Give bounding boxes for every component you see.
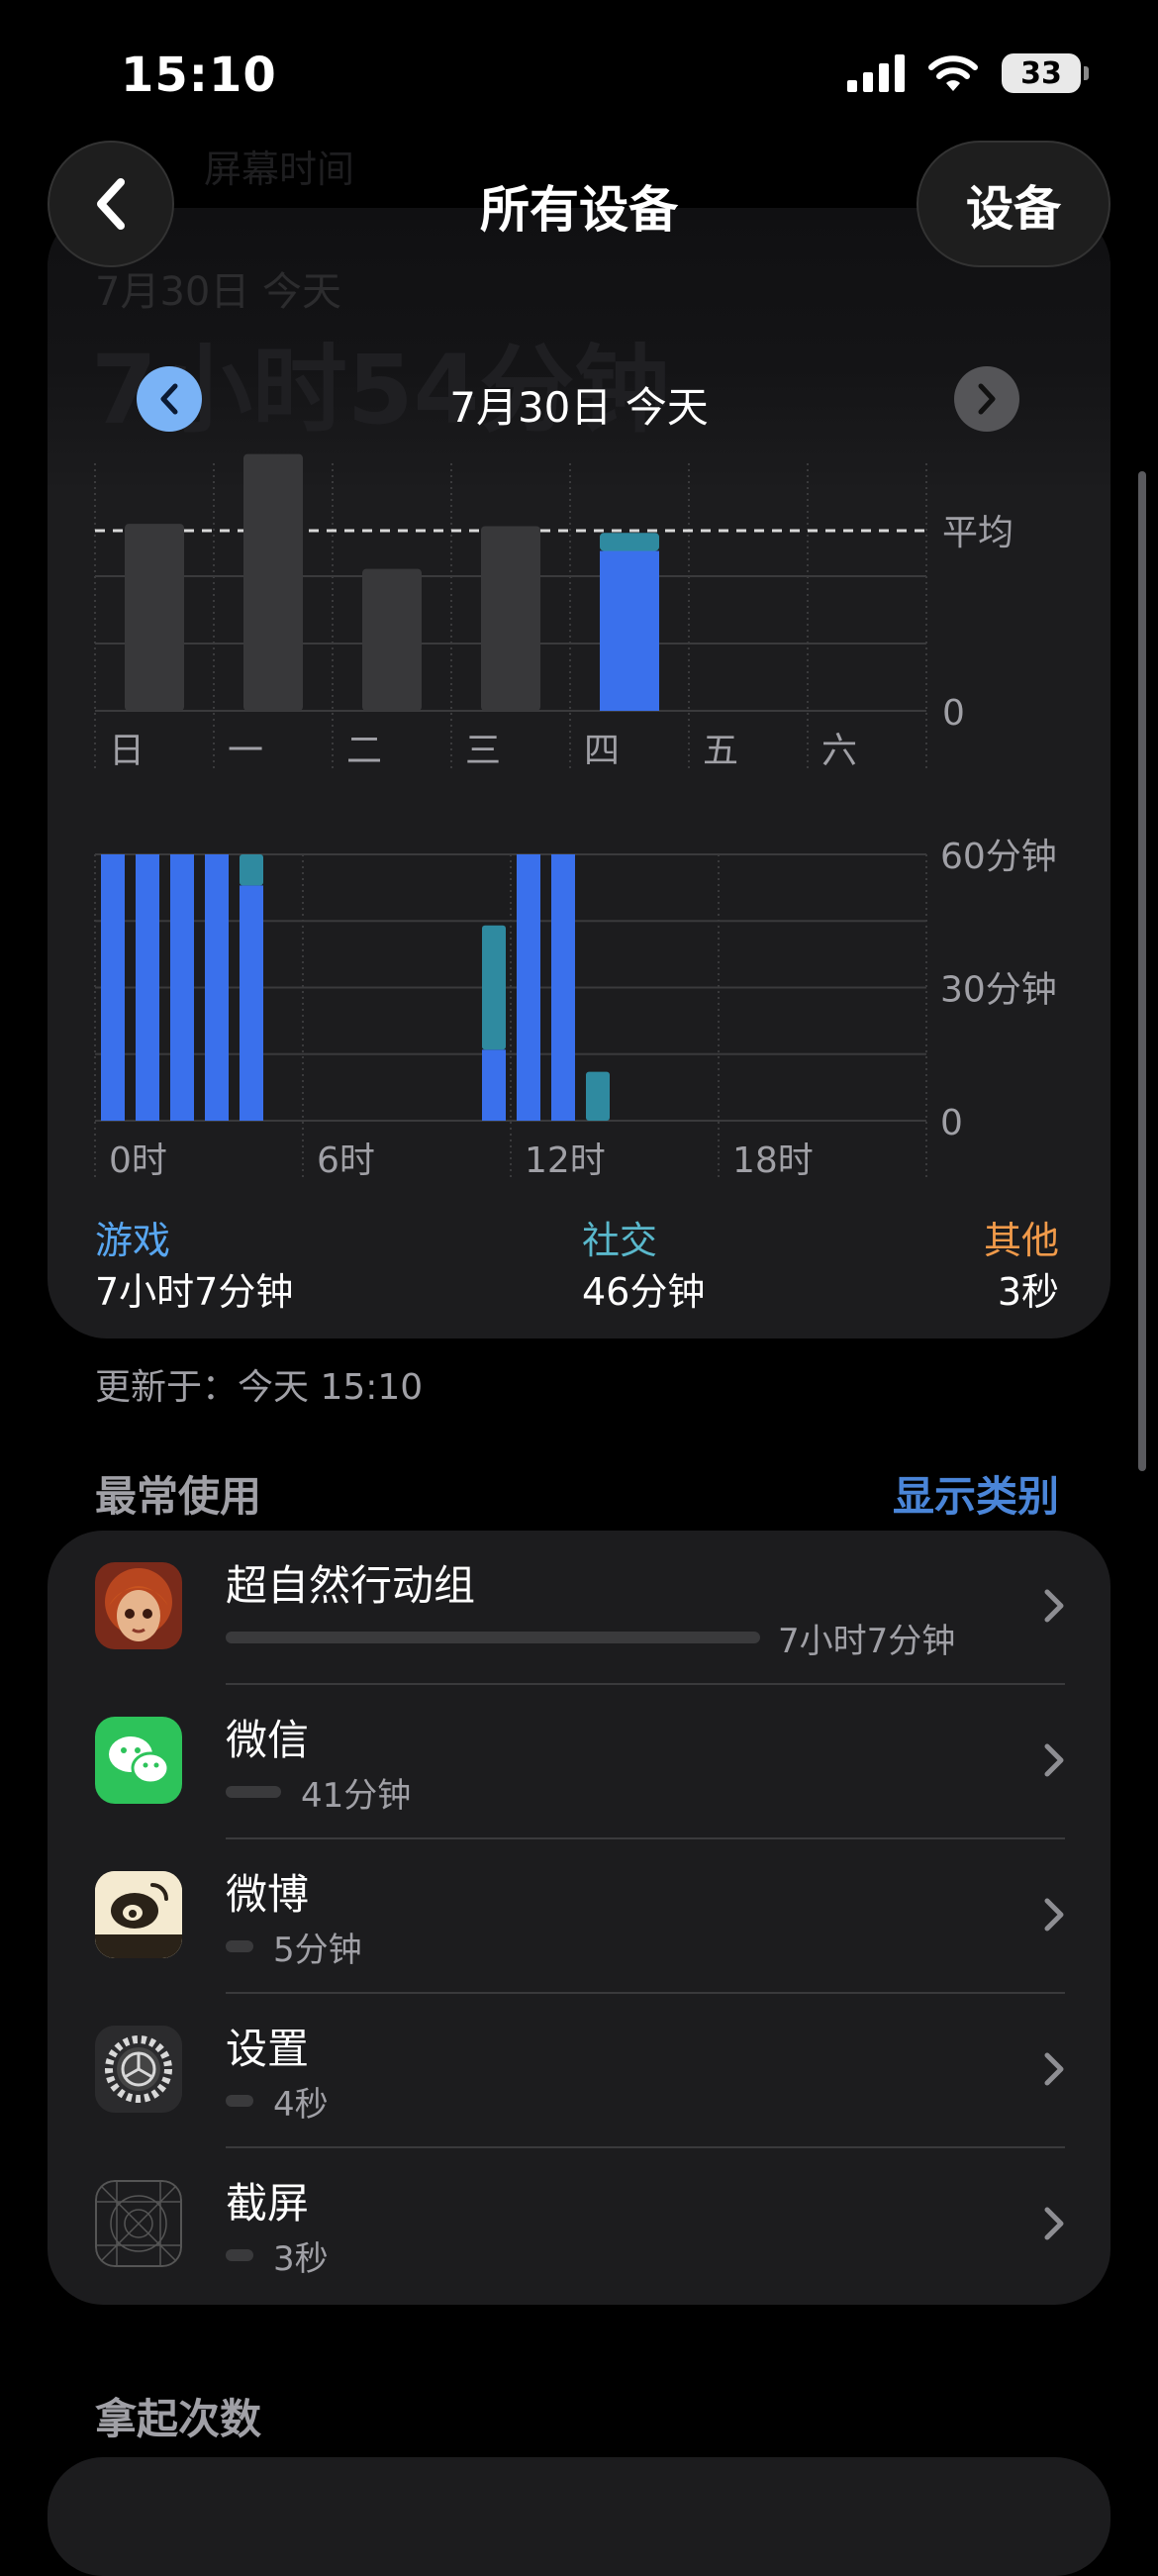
x-tick-label: 日 — [109, 731, 145, 771]
usage-bar — [226, 1632, 760, 1643]
hour-bar-games-4 — [240, 885, 263, 1121]
wifi-icon — [928, 55, 978, 91]
legend-social-value: 46分钟 — [582, 1270, 706, 1314]
x-tick-label: 二 — [346, 731, 382, 771]
chevron-right-icon — [978, 383, 996, 415]
app-name: 设置 — [226, 2025, 310, 2073]
wechat-icon — [95, 1717, 182, 1804]
app-row-supernatural[interactable]: 超自然行动组 7小时7分钟 — [48, 1531, 1110, 1685]
hour-bar-social-4 — [240, 854, 263, 886]
chevron-right-icon — [1044, 1743, 1064, 1777]
hour-bar-games-11 — [482, 1049, 506, 1121]
hour-bar-games-2 — [170, 854, 194, 1121]
legend-other-value: 3秒 — [997, 1270, 1059, 1314]
chevron-right-icon — [1044, 1898, 1064, 1932]
weekly-usage-chart: 平均 0 日 一 二 三 四 五 六 — [94, 453, 1013, 772]
weibo-icon — [95, 1871, 182, 1958]
hour-bar-games-13 — [551, 854, 575, 1121]
average-label: 平均 — [942, 513, 1013, 553]
x-tick-label: 六 — [821, 731, 857, 771]
app-row-weibo[interactable]: 微博 5分钟 — [48, 1839, 1110, 1994]
x-tick-label: 18时 — [732, 1140, 814, 1181]
chevron-right-icon — [1044, 1589, 1064, 1623]
x-tick-label: 6时 — [317, 1140, 375, 1181]
battery-icon: 33 — [1002, 53, 1089, 93]
x-tick-label: 一 — [228, 731, 263, 771]
most-used-title: 最常使用 — [95, 1472, 262, 1521]
x-tick-label: 五 — [703, 731, 738, 771]
y-tick-label: 0 — [940, 1103, 963, 1143]
screenshot-placeholder-icon — [95, 2180, 182, 2267]
hour-bar-games-1 — [136, 854, 159, 1121]
app-duration: 41分钟 — [301, 1776, 412, 1816]
hour-bar-games-12 — [517, 854, 540, 1121]
x-tick-label: 三 — [465, 731, 501, 771]
scrollbar[interactable] — [1138, 471, 1146, 1471]
y-tick-label: 60分钟 — [940, 837, 1057, 877]
bar-social-4 — [600, 533, 659, 551]
app-name: 微信 — [226, 1716, 310, 1764]
hour-bar-social-14 — [586, 1071, 610, 1121]
ghost-date: 7月30日 今天 — [95, 269, 342, 315]
app-name: 微博 — [226, 1870, 310, 1919]
hour-bar-games-3 — [205, 854, 229, 1121]
app-name: 截屏 — [226, 2179, 310, 2228]
bar-games-4 — [600, 550, 659, 711]
status-time: 15:10 — [121, 48, 277, 103]
app-name: 超自然行动组 — [226, 1561, 476, 1610]
device-button[interactable]: 设备 — [917, 141, 1110, 267]
status-icons: 33 — [847, 53, 1089, 93]
usage-bar — [226, 1786, 281, 1798]
legend-other-label: 其他 — [983, 1219, 1059, 1262]
battery-level: 33 — [1020, 55, 1062, 91]
y-tick-label: 30分钟 — [940, 970, 1057, 1011]
app-row-screenshot[interactable]: 截屏 3秒 — [48, 2148, 1110, 2303]
legend-games-label: 游戏 — [95, 1219, 171, 1262]
show-categories-button[interactable]: 显示类别 — [893, 1463, 1059, 1524]
settings-gear-icon — [95, 2026, 182, 2113]
app-row-settings[interactable]: 设置 4秒 — [48, 1994, 1110, 2148]
chevron-right-icon — [1044, 2052, 1064, 2086]
app-duration: 4秒 — [273, 2085, 329, 2125]
most-used-list: 超自然行动组 7小时7分钟 微信 41分钟 微博 5分钟 设置 4秒 截屏 3秒 — [48, 1531, 1110, 2305]
x-tick-label: 四 — [584, 731, 620, 771]
game-app-icon — [95, 1562, 182, 1649]
bar-day-2 — [362, 568, 422, 711]
app-duration: 3秒 — [273, 2239, 329, 2279]
bar-day-0 — [125, 524, 184, 711]
app-duration: 5分钟 — [273, 1931, 362, 1970]
y-zero-label: 0 — [942, 693, 965, 734]
cellular-signal-icon — [847, 54, 905, 92]
usage-bar — [226, 2095, 253, 2107]
chevron-right-icon — [1044, 2207, 1064, 2240]
legend-social-label: 社交 — [582, 1219, 658, 1262]
bar-day-1 — [243, 453, 303, 711]
hourly-usage-chart: 60分钟 30分钟 0 0时 6时 12时 18时 — [94, 837, 1057, 1181]
app-duration: 7小时7分钟 — [778, 1622, 956, 1661]
hour-bar-social-11 — [482, 925, 506, 1050]
legend-games-value: 7小时7分钟 — [95, 1270, 294, 1314]
next-day-button[interactable] — [954, 366, 1019, 432]
usage-bar — [226, 1940, 253, 1952]
hour-bar-games-0 — [101, 854, 125, 1121]
updated-timestamp: 更新于：今天 15:10 — [95, 1367, 424, 1408]
x-tick-label: 12时 — [525, 1140, 606, 1181]
usage-bar — [226, 2249, 253, 2261]
pickups-title: 拿起次数 — [95, 2395, 262, 2443]
x-tick-label: 0时 — [109, 1140, 167, 1181]
pickups-card — [48, 2457, 1110, 2576]
app-row-wechat[interactable]: 微信 41分钟 — [48, 1685, 1110, 1839]
bar-day-3 — [481, 526, 540, 711]
